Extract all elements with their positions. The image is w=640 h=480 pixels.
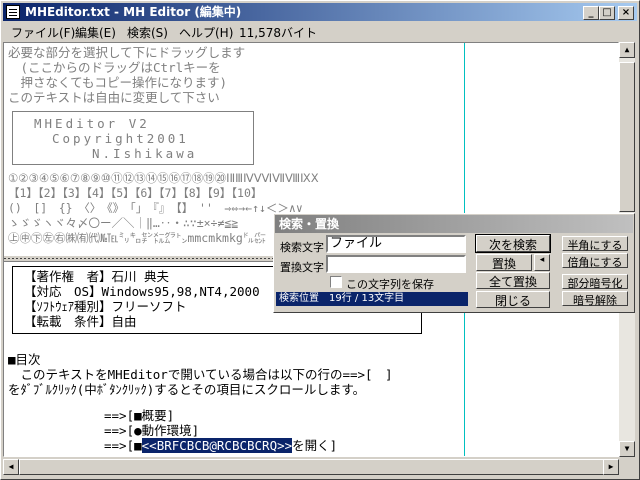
decrypt-button[interactable]: 暗号解除 [562,291,628,307]
size-grip[interactable] [619,459,635,475]
symbol-line: 【1】【2】【3】【4】【5】【6】【7】【8】【9】【10】 [8,186,263,200]
search-label: 検索文字 [280,241,324,254]
toc-description: をﾀﾞﾌﾞﾙｸﾘｯｸ(中ﾎﾞﾀﾝｸﾘｯｸ)するとその項目にスクロールします。 [8,382,366,397]
scroll-down-arrow-icon[interactable]: ▼ [619,441,635,457]
editor-line: (ここからのドラッグはCtrlキーを [8,60,221,75]
vertical-scroll-thumb[interactable] [619,62,635,212]
selected-text[interactable]: <<BRFCBCB@RCBCBCRQ>> [141,438,293,453]
replace-label: 置換文字 [280,261,324,274]
menu-edit[interactable]: 編集(E) [75,24,116,41]
scroll-up-arrow-icon[interactable]: ▲ [619,42,635,58]
menu-file[interactable]: ファイル(F) [11,24,75,41]
save-string-checkbox[interactable] [330,276,342,288]
close-button[interactable]: × [618,6,634,20]
editor-line: 押さなくてもコピー操作になります) [8,75,228,90]
toc-link[interactable]: ==>[■<<BRFCBCB@RCBCBCRQ>>を開く] [104,438,337,453]
window-title: MHEditor.txt - MH Editor (編集中) [25,5,242,19]
menu-search[interactable]: 検索(S) [127,24,168,41]
close-dialog-button[interactable]: 閉じる [476,291,550,308]
find-next-button[interactable]: 次を検索 [475,234,551,253]
symbol-line: ㊤㊥㊦㊧㊨㈱㈲㈹№℡㍉㌔㌢㍍㌘㌧mmcmkmkg㌦㌫ [8,231,266,245]
toc-link-prefix: ==>[■ [104,438,142,453]
to-half-width-button[interactable]: 半角にする [562,236,628,252]
toc-description: このテキストをMHEditorで開いている場合は以下の行の==>[ ] [8,367,393,382]
editor-line: 必要な部分を選択して下にドラッグします [8,45,246,60]
horizontal-scroll-thumb[interactable] [19,459,605,475]
save-string-label: この文字列を保存 [346,278,434,291]
main-window: MHEditor.txt - MH Editor (編集中) _ □ × ファイ… [0,0,640,480]
dialog-title[interactable]: 検索・置換 [275,215,633,233]
file-size-label: 11,578バイト [239,26,317,40]
partial-encrypt-button[interactable]: 部分暗号化 [562,274,628,290]
search-position-status: 検索位置 19行 / 13文字目 [276,292,468,306]
symbol-line: ①②③④⑤⑥⑦⑧⑨⑩⑪⑫⑬⑭⑮⑯⑰⑱⑲⑳ⅠⅡⅢⅣⅤⅥⅦⅧⅨⅩ [8,171,319,185]
info-line: 【著作権 者】石川 典夫 [24,269,170,284]
toc-link[interactable]: ==>[●動作環境] [104,423,199,438]
logo-line: MHEditor V2 [34,116,150,131]
minimize-button[interactable]: _ [583,6,599,20]
info-line: 【ｿﾌﾄｳｪｱ種別】フリーソフト [24,299,187,314]
info-line: 【対応 OS】Windows95,98,NT4,2000 [24,284,260,299]
replace-input[interactable] [326,255,466,273]
menu-help[interactable]: ヘルプ(H) [179,24,233,41]
toc-link-suffix: を開く] [292,438,338,453]
replace-all-button[interactable]: 全て置換 [476,272,550,289]
toc-link[interactable]: ==>[■概要] [104,408,174,423]
title-bar[interactable]: MHEditor.txt - MH Editor (編集中) _ □ × [3,3,637,21]
to-double-width-button[interactable]: 倍角にする [562,253,628,269]
info-line: 【転載 条件】自由 [24,314,137,329]
editor-line: このテキストは自由に変更して下さい [8,90,220,105]
toc-heading: ■目次 [8,352,41,367]
search-replace-dialog: 検索・置換 検索文字 ファイル 置換文字 この文字列を保存 検索位置 19行 /… [273,213,635,313]
symbol-line: () [] {} 〈〉 《》 「」 『』 【】 '' ⇒⇔→←↑↓＜＞∧∨ [8,201,303,215]
logo-line: Copyright2001 [52,131,189,146]
replace-button[interactable]: 置換 [476,254,532,271]
app-icon[interactable] [6,5,20,19]
menu-bar: ファイル(F) 編集(E) 検索(S) ヘルプ(H) 11,578バイト [3,22,637,41]
horizontal-scrollbar[interactable]: ◀ ▶ [3,459,619,475]
symbol-line: ゝゞゞヽヾ々〆〇ー／＼｜‖…‥・∴∵±×÷≠≦≧ [8,216,239,230]
replace-options-arrow-icon[interactable]: ◂ [534,254,550,271]
search-input[interactable]: ファイル [326,235,466,253]
scroll-left-arrow-icon[interactable]: ◀ [3,459,19,475]
maximize-button[interactable]: □ [599,6,615,20]
scroll-right-arrow-icon[interactable]: ▶ [603,459,619,475]
logo-line: N.Ishikawa [92,146,198,161]
